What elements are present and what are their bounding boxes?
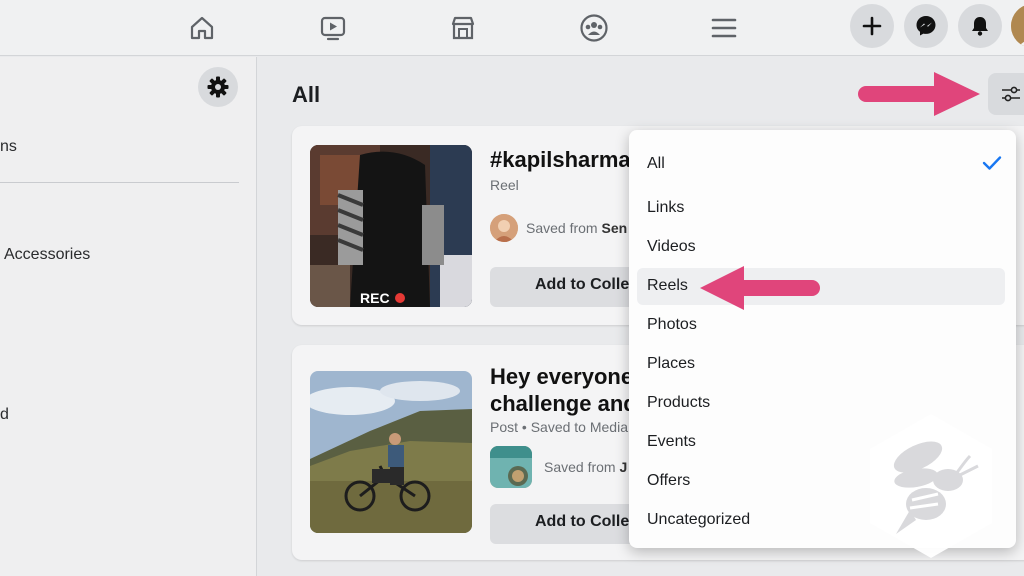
source-thumbnail [490, 446, 532, 488]
saved-from-text: Saved from Sen [526, 220, 628, 236]
page-title: All [292, 82, 321, 107]
notifications-bell-icon [972, 17, 988, 36]
filter-option-reels[interactable]: Reels [637, 268, 1005, 305]
notifications-button[interactable] [958, 4, 1002, 48]
saved-source-link[interactable]: Sen [601, 220, 627, 236]
saved-item-type: Reel [490, 177, 519, 193]
filter-button[interactable] [988, 73, 1024, 115]
saved-item-title-line1[interactable]: Hey everyone [490, 363, 633, 390]
watch-video-icon[interactable] [313, 8, 353, 48]
bee-logo-watermark [870, 414, 992, 558]
settings-button[interactable] [198, 67, 238, 107]
filter-option-label: Products [647, 394, 711, 411]
filter-option-photos[interactable]: Photos [637, 307, 1005, 344]
create-plus-icon [862, 16, 882, 36]
gear-icon [207, 76, 229, 98]
filter-option-label: Reels [647, 277, 688, 294]
pointer-arrow-to-reels [700, 266, 820, 310]
saved-item-title[interactable]: #kapilsharma [490, 146, 631, 173]
filter-option-label: Videos [647, 238, 696, 255]
filter-option-label: Photos [647, 316, 697, 333]
pointer-arrow-to-filter [858, 72, 980, 116]
saved-item-title-line2[interactable]: challenge and [490, 390, 637, 417]
reel-thumbnail[interactable]: REC [310, 145, 472, 307]
profile-avatar[interactable] [1011, 4, 1024, 48]
saved-item-meta: Post • Saved to Media [490, 419, 628, 435]
sidebar-divider [0, 182, 239, 183]
marketplace-icon[interactable] [443, 8, 483, 48]
top-navigation-bar [0, 0, 1024, 56]
sidebar-item-accessories[interactable]: Accessories [4, 246, 90, 264]
groups-icon[interactable] [574, 8, 614, 48]
svg-text:REC: REC [360, 290, 390, 306]
saved-sidebar: ns Accessories d [0, 57, 257, 576]
filter-option-all[interactable]: All [637, 146, 1005, 183]
filter-option-videos[interactable]: Videos [637, 229, 1005, 266]
messenger-icon [916, 16, 936, 36]
filter-sliders-icon [1002, 86, 1020, 102]
saved-from-text: Saved from J [544, 459, 628, 475]
post-thumbnail[interactable] [310, 371, 472, 533]
create-plus-button[interactable] [850, 4, 894, 48]
sidebar-item-label[interactable]: d [0, 406, 9, 424]
filter-option-label: Places [647, 355, 696, 372]
sidebar-item-label[interactable]: ns [0, 138, 17, 156]
menu-icon[interactable] [704, 8, 744, 48]
saved-source-link[interactable]: J [619, 459, 627, 475]
checkmark-icon [982, 156, 1002, 170]
filter-option-label: Events [647, 433, 696, 450]
source-avatar [490, 214, 518, 242]
filter-option-label: Uncategorized [647, 511, 751, 528]
messenger-button[interactable] [904, 4, 948, 48]
filter-option-links[interactable]: Links [637, 190, 1005, 227]
filter-option-places[interactable]: Places [637, 346, 1005, 383]
filter-option-label: Offers [647, 472, 691, 489]
filter-option-label: All [647, 155, 665, 172]
home-icon[interactable] [182, 8, 222, 48]
filter-option-label: Links [647, 199, 685, 216]
